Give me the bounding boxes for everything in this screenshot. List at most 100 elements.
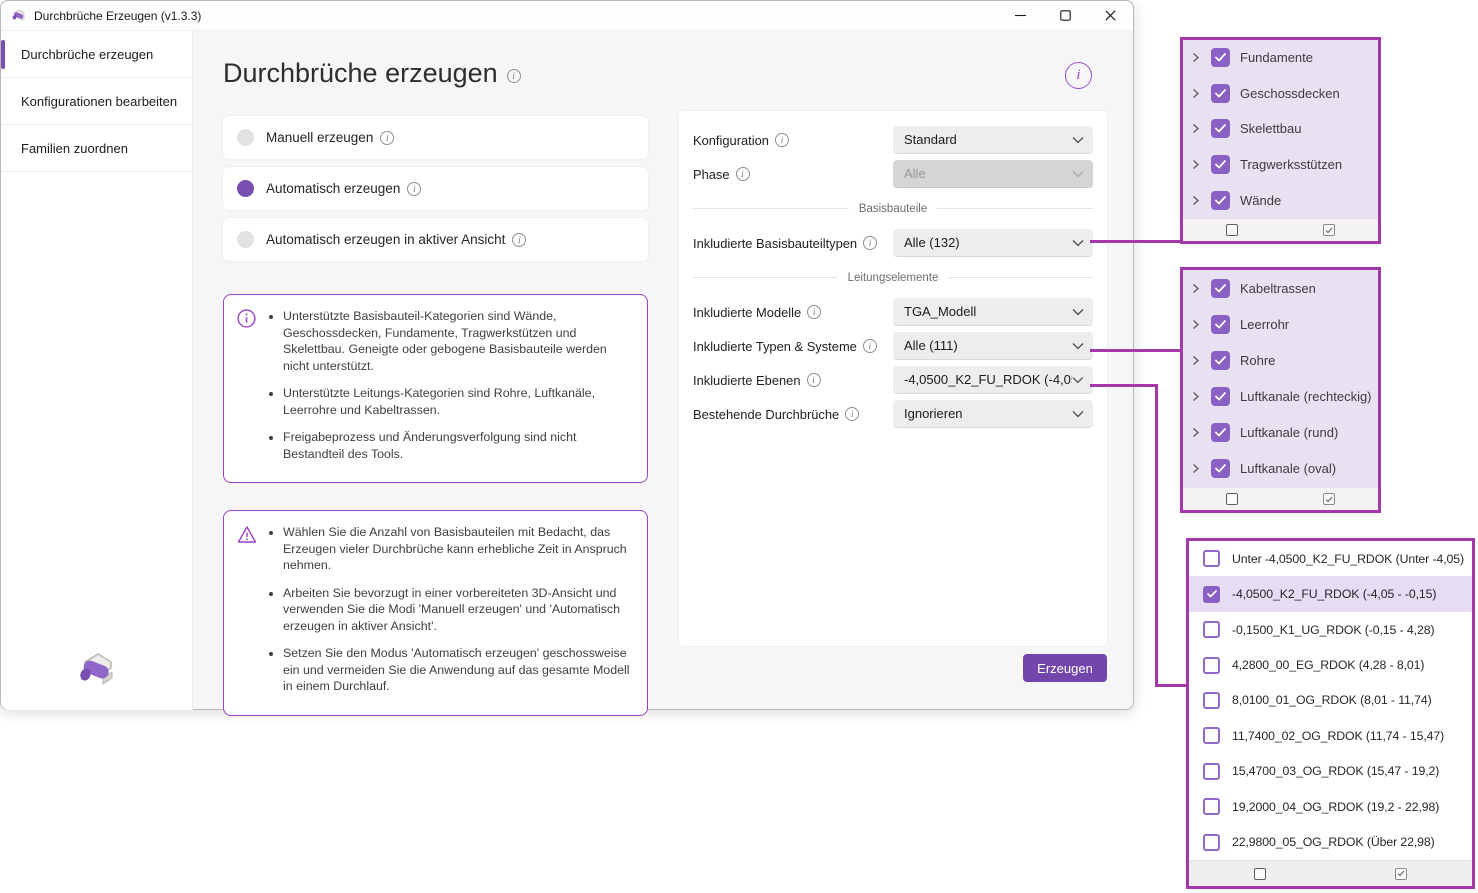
mode-radio-option[interactable]: Automatisch erzeugen (223, 167, 648, 210)
category-row[interactable]: Wände (1183, 182, 1378, 218)
level-label: -0,1500_K1_UG_RDOK (-0,15 - 4,28) (1232, 623, 1434, 637)
expand-chevron-icon[interactable] (1190, 319, 1201, 330)
mode-radio-option[interactable]: Automatisch erzeugen in aktiver Ansicht (223, 218, 648, 261)
sidebar-item[interactable]: Konfigurationen bearbeiten (1, 78, 192, 125)
checked-checkbox-icon[interactable] (1211, 279, 1230, 298)
form-field-row: Bestehende Durchbrüche Ignorieren (693, 397, 1093, 431)
level-row[interactable]: Unter -4,0500_K2_FU_RDOK (Unter -4,05) (1189, 541, 1472, 576)
level-row[interactable]: 4,2800_00_EG_RDOK (4,28 - 8,01) (1189, 647, 1472, 682)
level-checkbox-icon[interactable] (1203, 621, 1220, 638)
expand-chevron-icon[interactable] (1190, 355, 1201, 366)
level-row[interactable]: -4,0500_K2_FU_RDOK (-4,05 - -0,15) (1189, 576, 1472, 611)
field-dropdown[interactable]: Alle (111) (893, 332, 1093, 360)
level-row[interactable]: -0,1500_K1_UG_RDOK (-0,15 - 4,28) (1189, 612, 1472, 647)
level-checkbox-icon[interactable] (1203, 763, 1220, 780)
deselect-all-button[interactable] (1248, 865, 1272, 883)
field-info-icon[interactable] (807, 305, 821, 319)
chevron-down-icon (1072, 410, 1084, 418)
sidebar: Durchbrüche erzeugen Konfigurationen bea… (1, 31, 193, 710)
mode-radio-option[interactable]: Manuell erzeugen (223, 116, 648, 159)
page-title-info-icon[interactable] (507, 69, 521, 83)
expand-chevron-icon[interactable] (1190, 391, 1201, 402)
mode-info-icon[interactable] (380, 131, 394, 145)
expand-chevron-icon[interactable] (1190, 159, 1201, 170)
close-button[interactable] (1088, 1, 1133, 31)
category-row[interactable]: Leerrohr (1183, 306, 1378, 342)
field-info-icon[interactable] (863, 339, 877, 353)
level-row[interactable]: 11,7400_02_OG_RDOK (11,74 - 15,47) (1189, 718, 1472, 753)
expand-chevron-icon[interactable] (1190, 123, 1201, 134)
level-checkbox-icon[interactable] (1203, 586, 1220, 603)
checked-checkbox-icon[interactable] (1211, 423, 1230, 442)
select-all-button[interactable] (1317, 490, 1341, 508)
field-info-icon[interactable] (863, 236, 877, 250)
field-info-icon[interactable] (845, 407, 859, 421)
field-dropdown[interactable]: Standard (893, 126, 1093, 154)
level-checkbox-icon[interactable] (1203, 657, 1220, 674)
level-checkbox-icon[interactable] (1203, 692, 1220, 709)
mode-info-icon[interactable] (512, 233, 526, 247)
field-dropdown[interactable]: -4,0500_K2_FU_RDOK (-4,05 (893, 366, 1093, 394)
field-dropdown[interactable]: Alle (893, 160, 1093, 188)
expand-chevron-icon[interactable] (1190, 463, 1201, 474)
level-row[interactable]: 15,4700_03_OG_RDOK (15,47 - 19,2) (1189, 754, 1472, 789)
checked-checkbox-icon[interactable] (1211, 84, 1230, 103)
mode-label: Manuell erzeugen (266, 130, 373, 145)
level-row[interactable]: 22,9800_05_OG_RDOK (Über 22,98) (1189, 825, 1472, 860)
checked-checkbox-outline-icon (1323, 493, 1335, 505)
expand-chevron-icon[interactable] (1190, 283, 1201, 294)
field-dropdown[interactable]: Alle (132) (893, 229, 1093, 257)
minimize-button[interactable] (998, 1, 1043, 31)
radio-icon (237, 129, 254, 146)
level-label: -4,0500_K2_FU_RDOK (-4,05 - -0,15) (1232, 587, 1436, 601)
expand-chevron-icon[interactable] (1190, 88, 1201, 99)
field-info-icon[interactable] (736, 167, 750, 181)
level-checkbox-icon[interactable] (1203, 798, 1220, 815)
category-row[interactable]: Rohre (1183, 342, 1378, 378)
mode-info-icon[interactable] (407, 182, 421, 196)
level-row[interactable]: 19,2000_04_OG_RDOK (19,2 - 22,98) (1189, 789, 1472, 824)
sidebar-item[interactable]: Familien zuordnen (1, 125, 192, 172)
checked-checkbox-icon[interactable] (1211, 315, 1230, 334)
category-row[interactable]: Luftkanale (oval) (1183, 451, 1378, 487)
sidebar-item[interactable]: Durchbrüche erzeugen (1, 31, 192, 78)
help-info-icon[interactable] (1065, 62, 1092, 89)
dropdown-value: Alle (904, 166, 926, 181)
expand-chevron-icon[interactable] (1190, 195, 1201, 206)
expand-chevron-icon[interactable] (1190, 52, 1201, 63)
category-row[interactable]: Luftkanale (rund) (1183, 415, 1378, 451)
select-all-button[interactable] (1389, 865, 1413, 883)
checked-checkbox-icon[interactable] (1211, 48, 1230, 67)
field-label: Inkludierte Modelle (693, 305, 801, 320)
mode-label: Automatisch erzeugen in aktiver Ansicht (266, 232, 505, 247)
connector-ebenen-h2 (1155, 684, 1189, 687)
level-checkbox-icon[interactable] (1203, 727, 1220, 744)
field-dropdown[interactable]: TGA_Modell (893, 298, 1093, 326)
category-row[interactable]: Skelettbau (1183, 111, 1378, 147)
checked-checkbox-icon[interactable] (1211, 459, 1230, 478)
field-dropdown[interactable]: Ignorieren (893, 400, 1093, 428)
field-info-icon[interactable] (775, 133, 789, 147)
category-row[interactable]: Fundamente (1183, 40, 1378, 76)
erzeugen-button[interactable]: Erzeugen (1023, 654, 1107, 682)
checked-checkbox-icon[interactable] (1211, 119, 1230, 138)
expand-chevron-icon[interactable] (1190, 427, 1201, 438)
field-info-icon[interactable] (807, 373, 821, 387)
level-checkbox-icon[interactable] (1203, 550, 1220, 567)
category-row[interactable]: Kabeltrassen (1183, 270, 1378, 306)
checked-checkbox-icon[interactable] (1211, 191, 1230, 210)
deselect-all-button[interactable] (1220, 490, 1244, 508)
deselect-all-button[interactable] (1220, 221, 1244, 239)
select-all-button[interactable] (1317, 221, 1341, 239)
maximize-button[interactable] (1043, 1, 1088, 31)
checked-checkbox-icon[interactable] (1211, 351, 1230, 370)
category-row[interactable]: Tragwerksstützen (1183, 147, 1378, 183)
level-checkbox-icon[interactable] (1203, 834, 1220, 851)
level-row[interactable]: 8,0100_01_OG_RDOK (8,01 - 11,74) (1189, 683, 1472, 718)
sidebar-item-label: Konfigurationen bearbeiten (21, 94, 177, 109)
checked-checkbox-icon[interactable] (1211, 155, 1230, 174)
category-row[interactable]: Geschossdecken (1183, 76, 1378, 112)
category-row[interactable]: Luftkanale (rechteckig) (1183, 379, 1378, 415)
checked-checkbox-icon[interactable] (1211, 387, 1230, 406)
level-label: 11,7400_02_OG_RDOK (11,74 - 15,47) (1232, 729, 1444, 743)
